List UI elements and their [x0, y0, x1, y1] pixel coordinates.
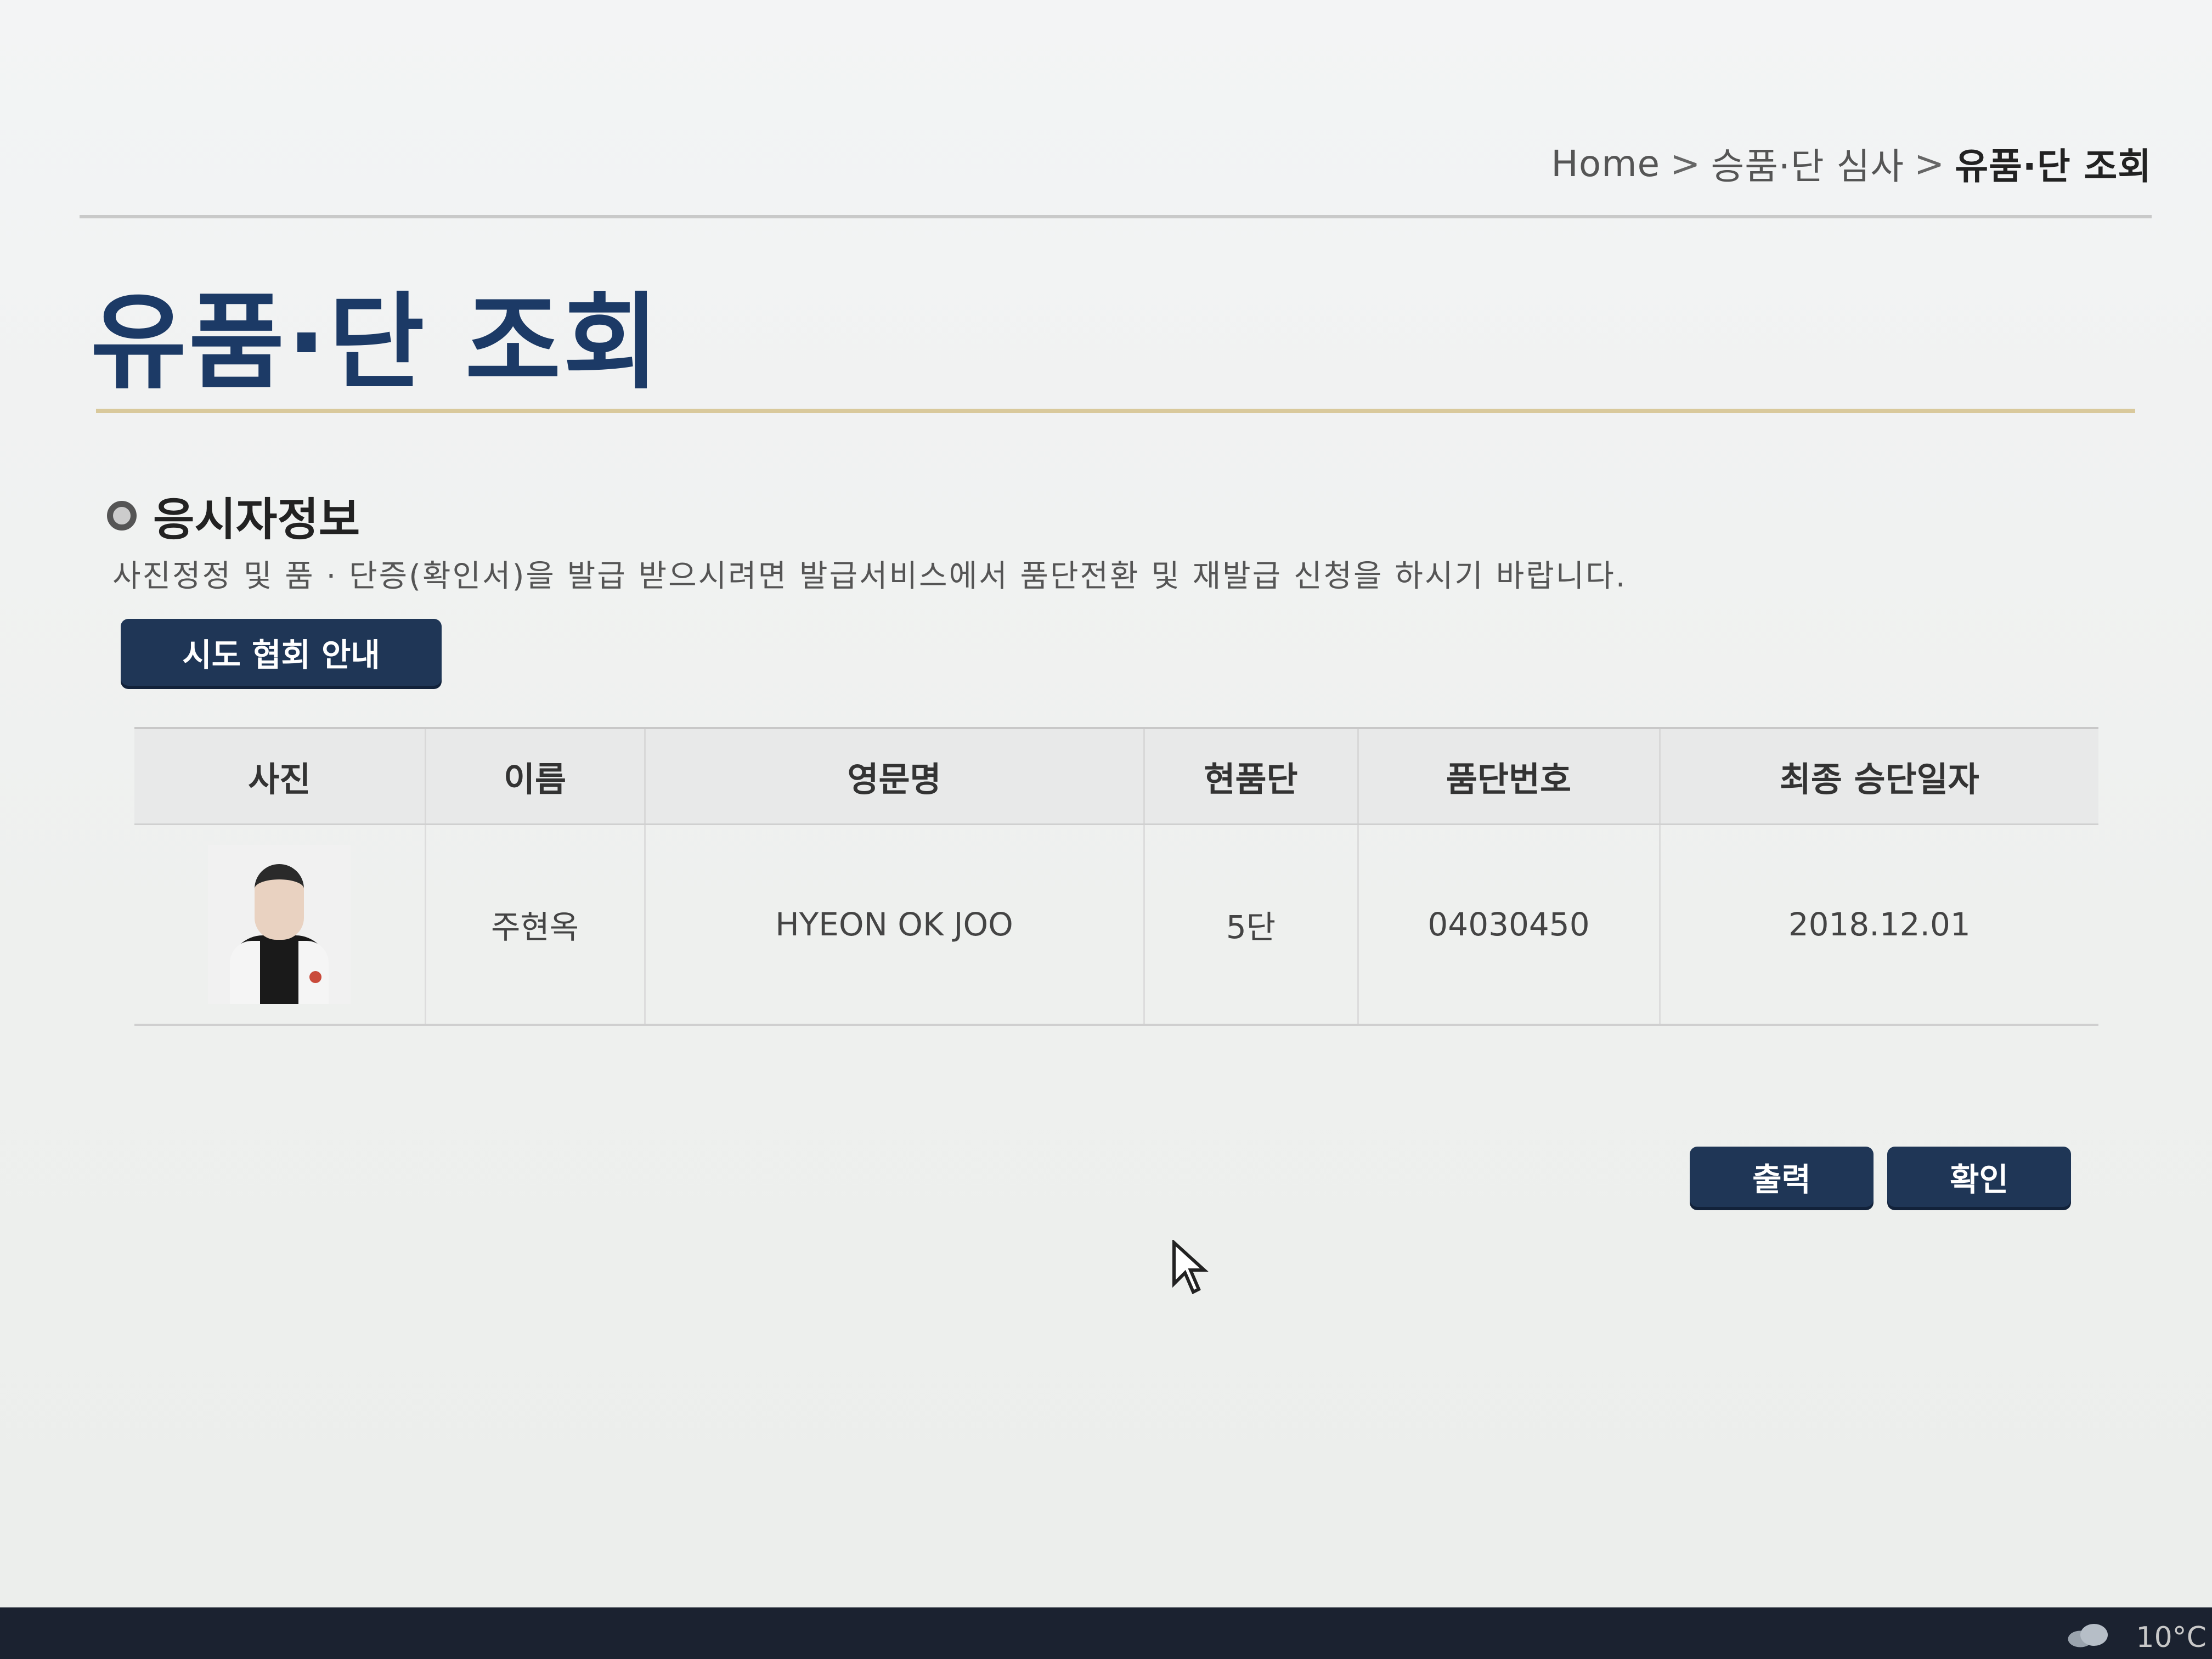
notice-text: 사진정정 및 품 · 단증(확인서)을 발급 받으시려면 발급서비스에서 품단전…: [112, 558, 1627, 594]
page-title: 유품·단 조회: [91, 282, 662, 403]
taskbar: [0, 1607, 2212, 1659]
results-table: 사진 이름 영문명 현품단 품단번호 최종 승단일자 주현옥 HYEON OK …: [134, 727, 2098, 1026]
cell-rank: 5단: [1143, 824, 1358, 1026]
cell-last-promotion-date: 2018.12.01: [1658, 824, 2098, 1026]
breadcrumb-separator: >: [1914, 142, 1945, 185]
applicant-photo: [208, 845, 351, 1004]
page: Home > 승품·단 심사 > 유품·단 조회 유품·단 조회 응시자정보 사…: [0, 0, 2212, 1607]
cell-rank-number: 04030450: [1357, 824, 1660, 1026]
section-title: 응시자정보: [107, 483, 360, 548]
breadcrumb-separator: >: [1670, 142, 1701, 185]
divider: [80, 215, 2152, 218]
confirm-button[interactable]: 확인: [1887, 1147, 2071, 1207]
section-title-text: 응시자정보: [153, 494, 360, 546]
header-english-name: 영문명: [644, 727, 1144, 825]
print-button[interactable]: 출력: [1690, 1147, 1874, 1207]
breadcrumb-current: 유품·단 조회: [1955, 145, 2152, 188]
table-row: 주현옥 HYEON OK JOO 5단 04030450 2018.12.01: [134, 824, 2098, 1026]
cloud-icon[interactable]: [2064, 1621, 2113, 1649]
header-rank-number: 품단번호: [1357, 727, 1660, 825]
cell-photo: [134, 824, 425, 1026]
cell-english-name: HYEON OK JOO: [644, 824, 1144, 1026]
bullet-icon: [107, 500, 137, 531]
mouse-cursor-icon: [1172, 1240, 1209, 1295]
header-last-promotion-date: 최종 승단일자: [1658, 727, 2098, 825]
header-rank: 현품단: [1143, 727, 1358, 825]
breadcrumb-level1[interactable]: 승품·단 심사: [1711, 137, 1904, 190]
header-name: 이름: [424, 727, 645, 825]
cell-name: 주현옥: [424, 824, 645, 1026]
header-photo: 사진: [134, 727, 425, 825]
breadcrumb-home[interactable]: Home: [1551, 143, 1660, 185]
title-underline: [96, 409, 2135, 413]
breadcrumb: Home > 승품·단 심사 > 유품·단 조회: [1551, 137, 2152, 190]
association-guide-button[interactable]: 시도 협회 안내: [121, 619, 442, 686]
table-header-row: 사진 이름 영문명 현품단 품단번호 최종 승단일자: [134, 727, 2098, 825]
temperature-text[interactable]: 10°C: [2136, 1621, 2207, 1654]
